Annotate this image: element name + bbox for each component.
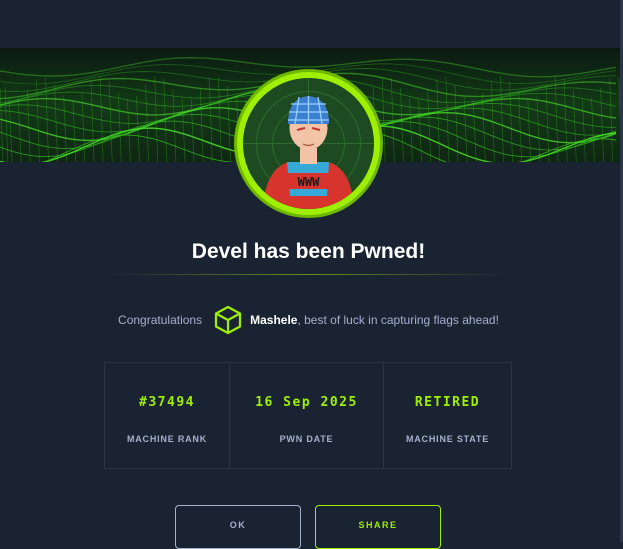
stat-value: RETIRED — [414, 395, 481, 410]
pwned-modal: WWW Devel has been Pwned! Congratulation… — [0, 0, 623, 549]
avatar-image: WWW — [243, 78, 374, 209]
stat-label: MACHINE STATE — [405, 434, 490, 444]
svg-text:WWW: WWW — [298, 175, 320, 189]
stat-value: 16 Sep 2025 — [255, 395, 358, 410]
congrats-prefix: Congratulations — [118, 313, 203, 327]
cube-icon — [214, 305, 242, 335]
stat-machine-rank: #37494 MACHINE RANK — [105, 363, 230, 468]
stat-pwn-date: 16 Sep 2025 PWN DATE — [230, 363, 384, 468]
stat-machine-state: RETIRED MACHINE STATE — [384, 363, 511, 468]
title-divider — [110, 274, 508, 275]
ok-button[interactable]: OK — [175, 505, 301, 549]
avatar: WWW — [237, 72, 380, 215]
stat-label: MACHINE RANK — [126, 434, 208, 444]
share-button[interactable]: SHARE — [315, 505, 441, 549]
congrats-suffix: , best of luck in capturing flags ahead! — [297, 313, 499, 327]
stat-label: PWN DATE — [279, 434, 334, 444]
username-link[interactable]: Mashele — [250, 313, 297, 327]
page-title: Devel has been Pwned! — [191, 240, 426, 263]
congrats-message: Congratulations Mashele , best of luck i… — [0, 305, 617, 335]
stats-panel: #37494 MACHINE RANK 16 Sep 2025 PWN DATE… — [104, 362, 512, 469]
stat-value: #37494 — [139, 395, 195, 410]
